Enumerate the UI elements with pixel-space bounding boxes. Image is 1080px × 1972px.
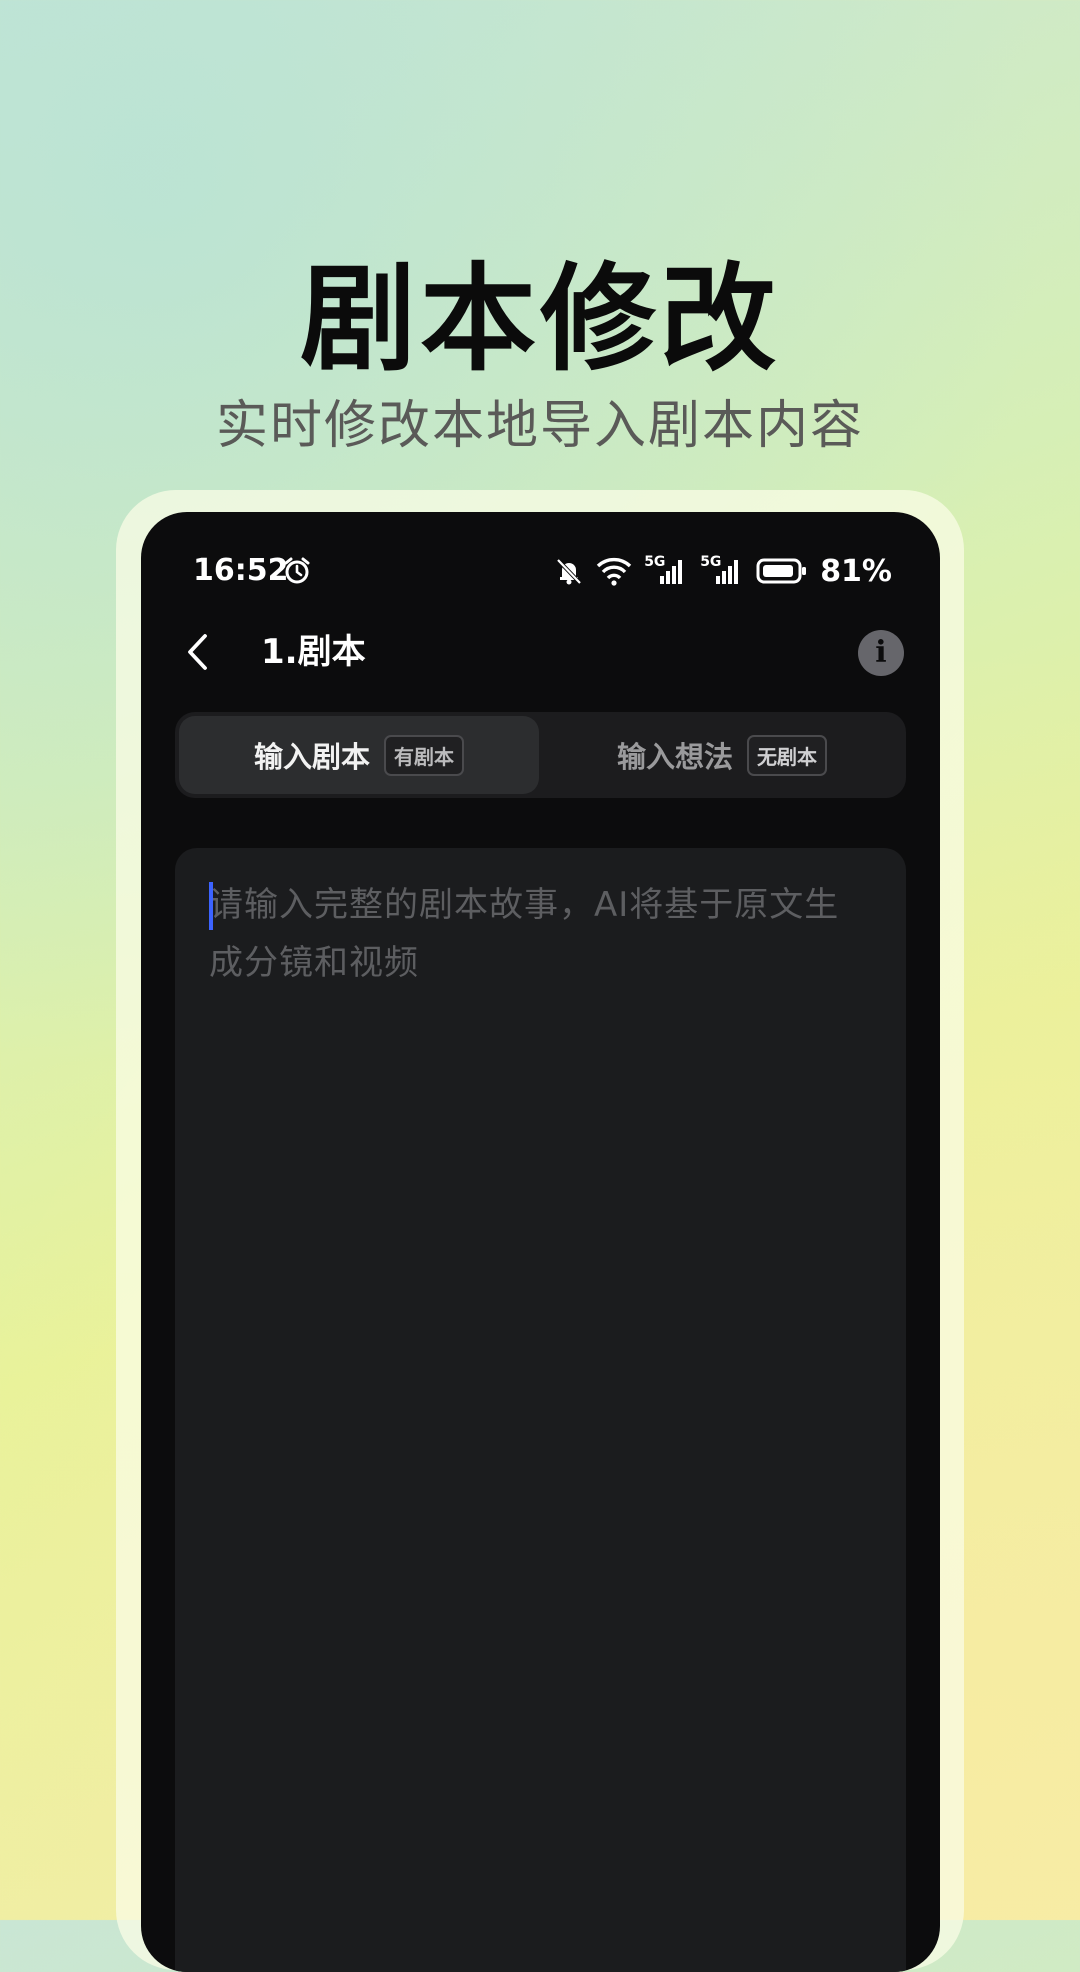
signal-icon: [660, 560, 683, 584]
wifi-icon: [597, 557, 632, 586]
chevron-left-icon[interactable]: [177, 630, 221, 674]
mode-tabs: 输入剧本 有剧本 输入想法 无剧本: [175, 712, 906, 798]
promo-subline: 实时修改本地导入剧本内容: [215, 396, 864, 456]
status-time: 16:52: [193, 553, 289, 588]
nav-bar: 1.剧本 i: [141, 612, 940, 692]
tab-label: 输入想法: [616, 740, 733, 774]
alarm-icon: [284, 557, 310, 584]
signal-2: 5G: [700, 554, 744, 586]
tab-badge: 有剧本: [384, 734, 464, 776]
battery-icon: [756, 558, 807, 584]
promo-headline: 剧本修改: [300, 252, 780, 387]
tab-input-idea[interactable]: 输入想法 无剧本: [542, 716, 902, 794]
battery-percent: 81%: [820, 553, 892, 589]
script-textarea[interactable]: 请输入完整的剧本故事，AI将基于原文生成分镜和视频: [175, 848, 906, 1972]
info-icon[interactable]: i: [858, 630, 904, 676]
mute-bell-icon: [556, 558, 582, 585]
tab-input-script[interactable]: 输入剧本 有剧本: [179, 716, 539, 794]
page-title: 1.剧本: [261, 632, 366, 672]
tab-badge: 无剧本: [747, 734, 827, 776]
text-caret: [209, 882, 213, 930]
signal-icon: [716, 560, 739, 584]
signal-1: 5G: [644, 554, 688, 586]
tab-label: 输入剧本: [253, 740, 370, 774]
status-icons: 5G 5G 81%: [554, 542, 892, 600]
script-placeholder: 请输入完整的剧本故事，AI将基于原文生成分镜和视频: [209, 885, 840, 983]
phone-screen: 16:52 5G 5G 81% 1.剧本 i 输入剧本 有剧本 输入想法 无剧本…: [141, 512, 940, 1972]
status-bar: 16:52 5G 5G 81%: [141, 542, 940, 600]
